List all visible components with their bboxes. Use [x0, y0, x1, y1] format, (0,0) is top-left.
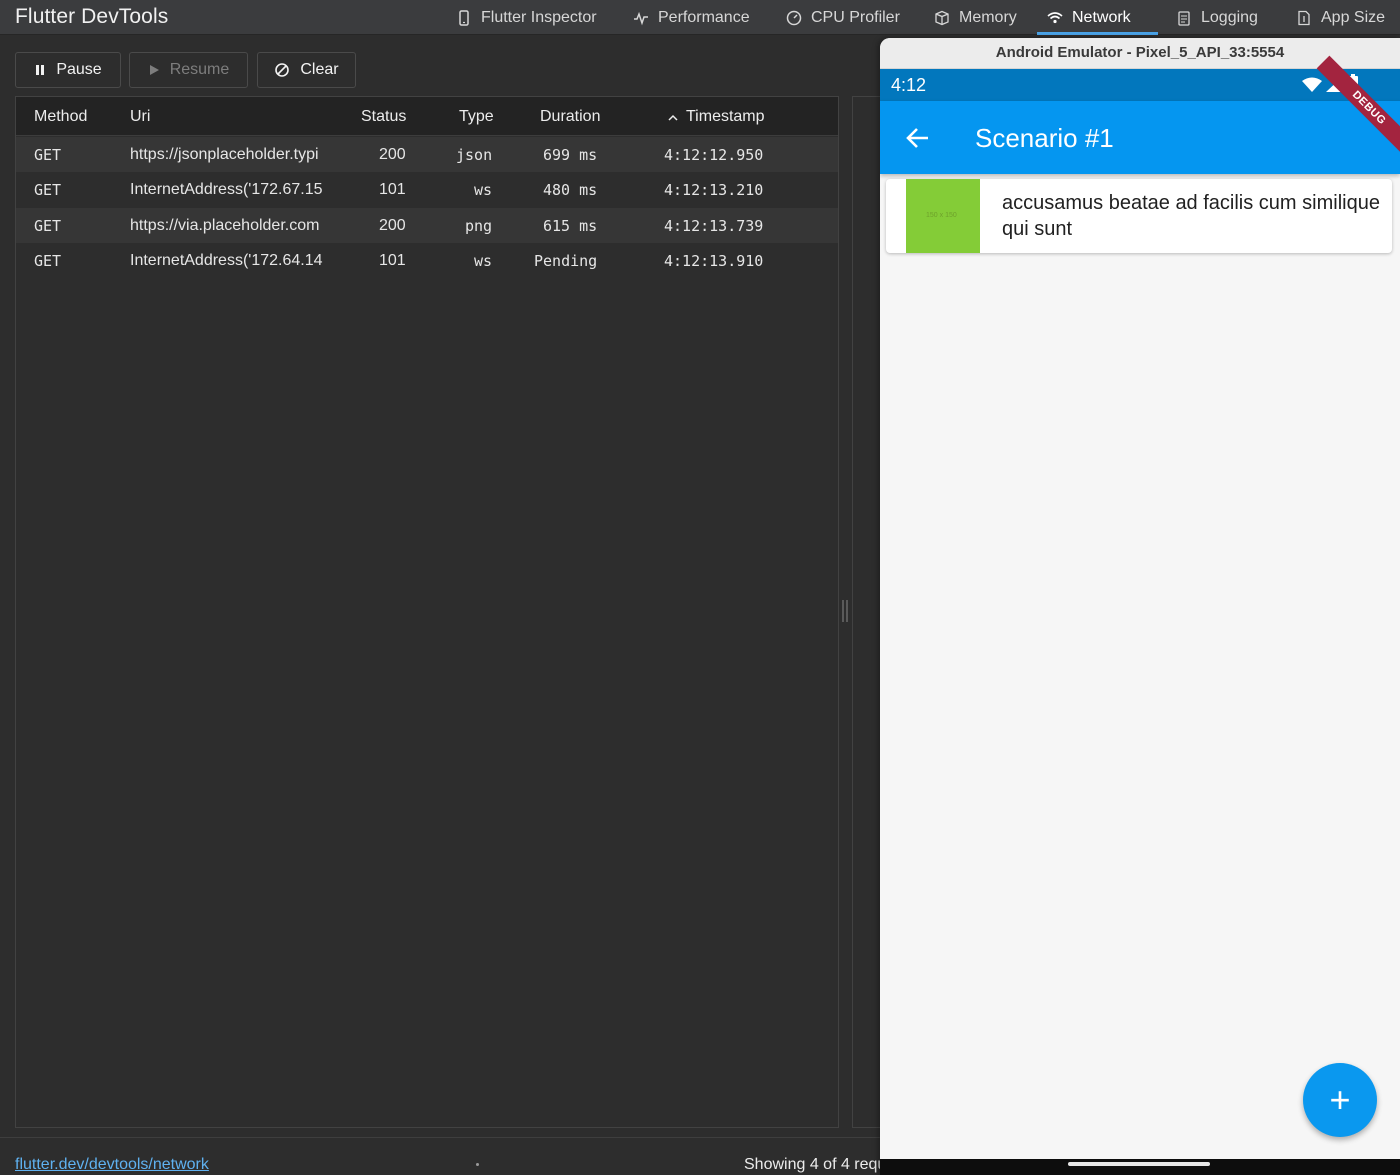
tab-label: CPU Profiler [811, 8, 900, 26]
cell-type: json [456, 146, 493, 164]
phone-screen: 4:12 Scenario #1 DEBUG 150 x 150 accusam… [880, 55, 1400, 1175]
app-size-icon [1298, 10, 1310, 25]
column-header-method[interactable]: Method [34, 108, 87, 126]
status-separator [476, 1163, 479, 1166]
cell-uri: InternetAddress('172.64.14 [130, 252, 323, 269]
gauge-icon [786, 10, 802, 25]
sort-ascending-icon [668, 114, 678, 121]
tab-cpu-profiler[interactable]: CPU Profiler [776, 0, 910, 35]
cell-method: GET [34, 252, 62, 270]
cell-timestamp: 4:12:13.739 [664, 217, 764, 235]
tab-flutter-inspector[interactable]: Flutter Inspector [446, 0, 607, 35]
tab-label: App Size [1321, 8, 1386, 26]
table-row[interactable]: GET InternetAddress('172.67.15 101 ws 48… [16, 172, 838, 207]
cell-duration: Pending [534, 252, 598, 270]
cell-duration: 699 ms [543, 146, 598, 164]
clear-label: Clear [300, 61, 339, 78]
top-nav-bar: Flutter DevTools Flutter Inspector Perfo… [0, 0, 1400, 35]
app-title: Flutter DevTools [15, 5, 169, 28]
cell-method: GET [34, 217, 62, 235]
add-fab-button[interactable]: + [1303, 1063, 1377, 1137]
cell-status: 101 [379, 181, 406, 198]
cell-method: GET [34, 146, 62, 164]
tab-label: Flutter Inspector [481, 8, 597, 26]
wifi-signal-icon [1302, 77, 1322, 92]
cell-duration: 480 ms [543, 181, 598, 199]
cell-status: 200 [379, 146, 406, 163]
logging-icon [1178, 10, 1190, 26]
back-arrow-icon[interactable] [904, 124, 932, 152]
cell-method: GET [34, 181, 62, 199]
column-header-status[interactable]: Status [361, 108, 406, 126]
thumbnail-image: 150 x 150 [906, 179, 980, 253]
column-header-type[interactable]: Type [459, 108, 494, 126]
play-icon [149, 65, 159, 75]
tab-memory[interactable]: Memory [924, 0, 1027, 35]
network-requests-table: Method Uri Status Type Duration Timestam… [15, 96, 839, 1128]
column-header-timestamp[interactable]: Timestamp [668, 108, 765, 126]
cell-timestamp: 4:12:12.950 [664, 146, 764, 164]
docs-link[interactable]: flutter.dev/devtools/network [15, 1156, 209, 1174]
table-row[interactable]: GET InternetAddress('172.64.14 101 ws Pe… [16, 243, 838, 278]
table-row[interactable]: GET https://jsonplaceholder.typi 200 jso… [16, 137, 838, 172]
app-bar: Scenario #1 [880, 101, 1400, 174]
list-item-card[interactable]: 150 x 150 accusamus beatae ad facilis cu… [886, 179, 1392, 253]
tab-app-size[interactable]: App Size [1286, 0, 1395, 35]
tab-label: Network [1072, 8, 1131, 26]
card-title: accusamus beatae ad facilis cum similiqu… [1002, 192, 1380, 240]
phone-navigation-bar [880, 1159, 1400, 1175]
pause-label: Pause [56, 61, 102, 78]
resume-button[interactable]: Resume [129, 52, 248, 88]
clear-button[interactable]: Clear [257, 52, 356, 88]
cell-timestamp: 4:12:13.910 [664, 252, 764, 270]
android-emulator-window: Android Emulator - Pixel_5_API_33:5554 4… [880, 38, 1400, 1175]
table-header: Method Uri Status Type Duration Timestam… [16, 97, 838, 136]
cell-type: ws [474, 252, 493, 270]
cell-type: ws [474, 181, 493, 199]
cell-status: 200 [379, 217, 406, 234]
screen-title: Scenario #1 [975, 123, 1114, 153]
tab-performance[interactable]: Performance [623, 0, 760, 35]
phone-clock: 4:12 [891, 75, 927, 95]
timestamp-header-label: Timestamp [686, 108, 765, 125]
cell-uri: https://jsonplaceholder.typi [130, 146, 319, 163]
cell-uri: https://via.placeholder.com [130, 217, 320, 234]
cell-status: 101 [379, 252, 406, 269]
cell-duration: 615 ms [543, 217, 598, 235]
request-count: Showing 4 of 4 requ [744, 1156, 887, 1173]
devtools-window: Flutter DevTools Flutter Inspector Perfo… [0, 0, 1400, 1175]
tab-network[interactable]: Network [1037, 0, 1158, 35]
pause-icon [36, 65, 45, 75]
thumbnail-label: 150 x 150 [926, 212, 957, 219]
cell-uri: InternetAddress('172.67.15 [130, 181, 323, 198]
pulse-icon [634, 11, 648, 25]
tab-label: Memory [959, 8, 1017, 26]
column-header-uri[interactable]: Uri [130, 108, 150, 126]
pause-button[interactable]: Pause [15, 52, 121, 88]
tab-label: Logging [1201, 8, 1258, 26]
home-gesture-handle[interactable] [1068, 1162, 1210, 1166]
column-header-duration[interactable]: Duration [540, 108, 600, 126]
cell-timestamp: 4:12:13.210 [664, 181, 764, 199]
panel-splitter-handle[interactable] [842, 600, 848, 622]
block-icon [275, 63, 290, 77]
plus-icon: + [1329, 1079, 1351, 1120]
phone-icon [459, 9, 469, 26]
tab-logging[interactable]: Logging [1166, 0, 1268, 35]
table-row[interactable]: GET https://via.placeholder.com 200 png … [16, 208, 838, 243]
memory-icon [935, 10, 949, 25]
wifi-icon [1047, 11, 1063, 23]
cell-type: png [465, 217, 493, 235]
tab-label: Performance [658, 8, 750, 26]
resume-label: Resume [169, 61, 230, 78]
